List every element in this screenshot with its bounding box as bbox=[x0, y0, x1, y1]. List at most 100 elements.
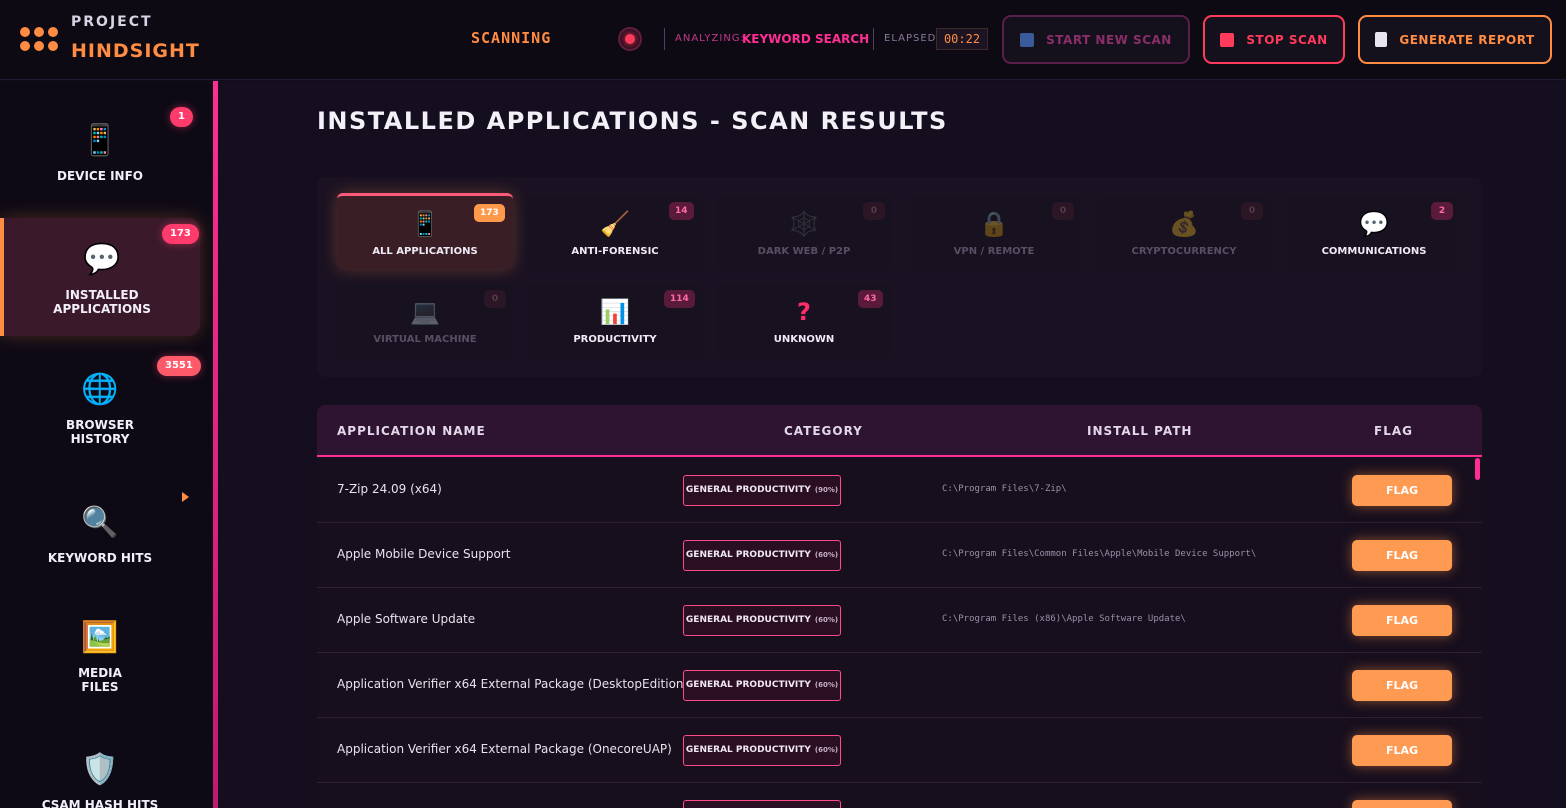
column-header-flag: FLAG bbox=[1374, 424, 1413, 438]
sidebar-item-label: CSAM HASH HITS bbox=[41, 798, 159, 808]
category-label: ALL APPLICATIONS bbox=[372, 246, 478, 257]
category-productivity[interactable]: 📊 PRODUCTIVITY 114 bbox=[527, 284, 703, 360]
brand-top: PROJECT bbox=[71, 14, 153, 30]
category-communications[interactable]: 💬 COMMUNICATIONS 2 bbox=[1286, 196, 1462, 272]
category-cryptocurrency[interactable]: 💰 CRYPTOCURRENCY 0 bbox=[1096, 196, 1272, 272]
table-row[interactable]: Apple Software Update GENERAL PRODUCTIVI… bbox=[317, 588, 1482, 653]
flag-button[interactable]: FLAG bbox=[1352, 735, 1452, 766]
category-confidence: (60%) bbox=[814, 746, 839, 754]
column-header-application-name[interactable]: APPLICATION NAME bbox=[337, 424, 486, 438]
category-dark-web-p2p[interactable]: 🕸️ DARK WEB / P2P 0 bbox=[716, 196, 892, 272]
category-count: 14 bbox=[669, 202, 694, 220]
sidebar-item-media-files[interactable]: 🖼️ MEDIA FILES bbox=[0, 620, 200, 700]
analyzing-label: ANALYZING: bbox=[675, 33, 745, 44]
sidebar-item-browser-history[interactable]: 🌐 BROWSER HISTORY bbox=[0, 372, 200, 452]
document-icon bbox=[1375, 32, 1388, 47]
sidebar-item-device-info[interactable]: 📱 DEVICE INFO bbox=[0, 123, 200, 193]
flag-button[interactable]: FLAG bbox=[1352, 540, 1452, 571]
app-name: Apple Mobile Device Support bbox=[337, 547, 511, 561]
table-header: APPLICATION NAME CATEGORY INSTALL PATH F… bbox=[317, 405, 1482, 457]
sidebar-item-label: MEDIA FILES bbox=[78, 666, 122, 694]
sidebar-item-label: KEYWORD HITS bbox=[47, 551, 153, 565]
install-path: C:\Program Files (x86)\Apple Software Up… bbox=[942, 614, 1186, 624]
table-row[interactable]: Apple Mobile Device Support GENERAL PROD… bbox=[317, 523, 1482, 588]
table-scrollbar[interactable] bbox=[1475, 458, 1480, 480]
scan-status: SCANNING bbox=[471, 29, 552, 47]
table-row[interactable]: Application Verifier x64 External Packag… bbox=[317, 718, 1482, 783]
divider bbox=[873, 28, 874, 50]
stop-scan-label: STOP SCAN bbox=[1246, 32, 1328, 47]
category-count: 114 bbox=[664, 290, 695, 308]
category-anti-forensic[interactable]: 🧹 ANTI-FORENSIC 14 bbox=[527, 196, 703, 272]
column-header-install-path[interactable]: INSTALL PATH bbox=[1087, 424, 1192, 438]
category-name: GENERAL PRODUCTIVITY bbox=[685, 485, 811, 495]
generate-report-button[interactable]: GENERATE REPORT bbox=[1358, 15, 1552, 64]
category-count: 0 bbox=[1052, 202, 1074, 220]
category-pill bbox=[683, 800, 841, 808]
flag-button[interactable]: FLAG bbox=[1352, 670, 1452, 701]
category-confidence: (60%) bbox=[814, 551, 839, 559]
recording-indicator-icon bbox=[618, 27, 642, 51]
app-name: Application Verifier x64 External Packag… bbox=[337, 742, 672, 756]
category-pill: GENERAL PRODUCTIVITY (60%) bbox=[683, 670, 841, 701]
flag-button[interactable]: FLAG bbox=[1352, 605, 1452, 636]
brand-name: HINDSIGHT bbox=[71, 40, 200, 62]
category-confidence: (60%) bbox=[814, 681, 839, 689]
chat-bubble-icon: 💬 bbox=[83, 242, 121, 277]
category-label: ANTI-FORENSIC bbox=[571, 246, 659, 257]
category-confidence: (60%) bbox=[814, 616, 839, 624]
category-name: GENERAL PRODUCTIVITY bbox=[685, 615, 811, 625]
app-name: 7-Zip 24.09 (x64) bbox=[337, 482, 442, 496]
sidebar-item-label: DEVICE INFO bbox=[57, 169, 143, 183]
category-label: COMMUNICATIONS bbox=[1321, 246, 1427, 257]
sidebar-item-keyword-hits[interactable]: 🔍 KEYWORD HITS bbox=[0, 505, 200, 565]
category-count: 0 bbox=[1241, 202, 1263, 220]
category-pill: GENERAL PRODUCTIVITY (60%) bbox=[683, 605, 841, 636]
category-count: 0 bbox=[863, 202, 885, 220]
category-label: CRYPTOCURRENCY bbox=[1131, 246, 1237, 257]
notification-badge: 1 bbox=[170, 107, 193, 127]
page-title: INSTALLED APPLICATIONS - SCAN RESULTS bbox=[317, 107, 948, 135]
logo-icon bbox=[20, 27, 60, 55]
start-new-scan-button[interactable]: START NEW SCAN bbox=[1002, 15, 1190, 64]
elapsed-timer: 00:22 bbox=[936, 28, 988, 50]
shield-icon: 🛡️ bbox=[81, 752, 119, 787]
category-vpn-remote[interactable]: 🔒 VPN / REMOTE 0 bbox=[906, 196, 1082, 272]
category-label: UNKNOWN bbox=[773, 334, 835, 345]
analyzing-value: KEYWORD SEARCH bbox=[742, 32, 870, 46]
category-virtual-machine[interactable]: 💻 VIRTUAL MACHINE 0 bbox=[337, 284, 513, 360]
category-all-applications[interactable]: 📱 ALL APPLICATIONS 173 bbox=[337, 193, 513, 269]
stop-scan-button[interactable]: STOP SCAN bbox=[1203, 15, 1345, 64]
column-header-category[interactable]: CATEGORY bbox=[784, 424, 863, 438]
category-label: VIRTUAL MACHINE bbox=[373, 334, 477, 345]
sidebar-item-label: BROWSER HISTORY bbox=[66, 418, 134, 446]
category-unknown[interactable]: ? UNKNOWN 43 bbox=[716, 284, 892, 360]
globe-icon: 🌐 bbox=[81, 372, 119, 407]
app-name: Apple Software Update bbox=[337, 612, 476, 626]
flag-button[interactable] bbox=[1352, 800, 1452, 808]
category-name: GENERAL PRODUCTIVITY bbox=[685, 745, 811, 755]
sidebar-item-label: INSTALLED APPLICATIONS bbox=[53, 288, 151, 316]
sidebar-item-csam-hash-hits[interactable]: 🛡️ CSAM HASH HITS bbox=[0, 752, 200, 808]
category-name: GENERAL PRODUCTIVITY bbox=[685, 550, 811, 560]
table-row[interactable]: 7-Zip 24.09 (x64) GENERAL PRODUCTIVITY (9… bbox=[317, 458, 1482, 523]
notification-badge: 3551 bbox=[157, 356, 201, 376]
category-pill: GENERAL PRODUCTIVITY (60%) bbox=[683, 735, 841, 766]
table-row[interactable]: Application Verifier x64 External Packag… bbox=[317, 653, 1482, 718]
category-count: 0 bbox=[484, 290, 506, 308]
category-label: PRODUCTIVITY bbox=[573, 334, 657, 345]
flag-button[interactable]: FLAG bbox=[1352, 475, 1452, 506]
category-count: 173 bbox=[474, 204, 505, 222]
expand-arrow-icon[interactable] bbox=[182, 492, 189, 502]
category-name: GENERAL PRODUCTIVITY bbox=[685, 680, 811, 690]
table-row[interactable] bbox=[317, 783, 1482, 808]
stop-icon bbox=[1220, 32, 1235, 47]
category-confidence: (90%) bbox=[814, 486, 839, 494]
magnifier-icon: 🔍 bbox=[81, 505, 119, 540]
install-path: C:\Program Files\Common Files\Apple\Mobi… bbox=[942, 549, 1257, 559]
divider bbox=[664, 28, 665, 50]
generate-report-label: GENERATE REPORT bbox=[1399, 32, 1535, 47]
category-label: VPN / REMOTE bbox=[953, 246, 1035, 257]
category-pill: GENERAL PRODUCTIVITY (90%) bbox=[683, 475, 841, 506]
category-count: 43 bbox=[858, 290, 883, 308]
